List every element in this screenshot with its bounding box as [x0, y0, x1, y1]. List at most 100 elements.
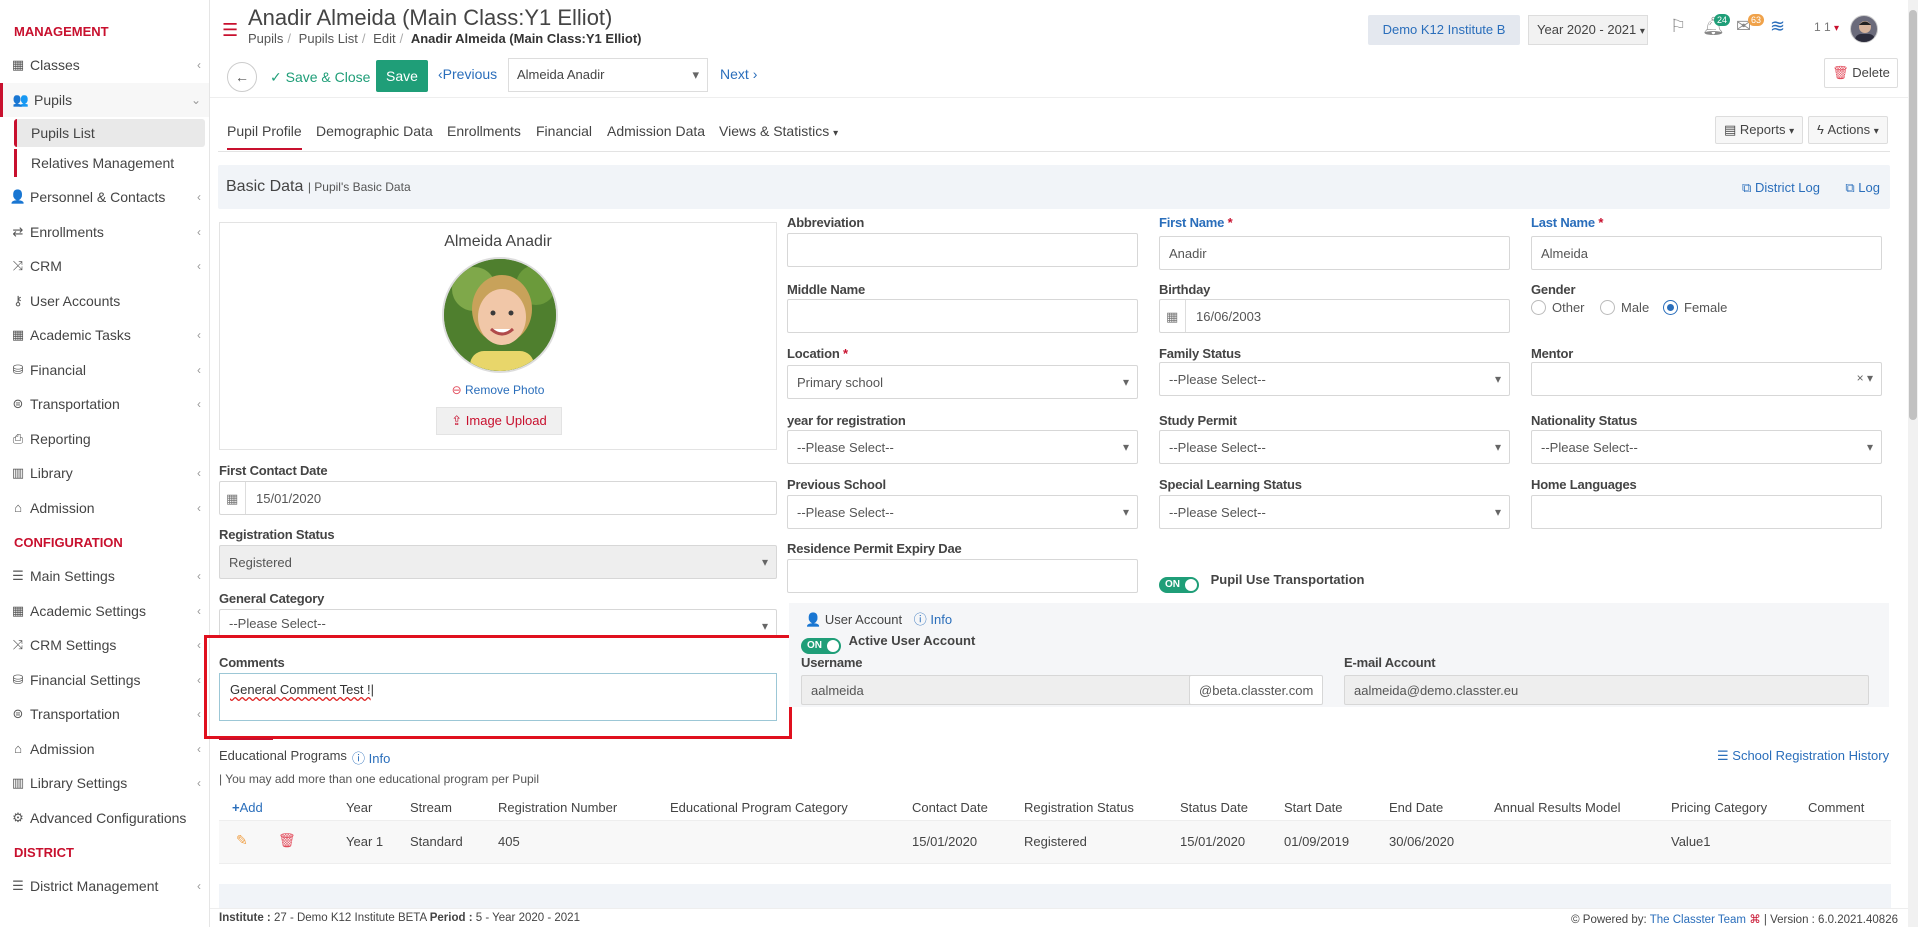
nationality-status-select[interactable]: --Please Select-- [1531, 430, 1882, 464]
home-languages-input[interactable] [1531, 495, 1882, 529]
sidebar-item-financial[interactable]: ⛁ Financial ‹ [0, 353, 209, 388]
first-name-input[interactable]: Anadir [1159, 236, 1510, 270]
last-name-input[interactable]: Almeida [1531, 236, 1882, 270]
registration-status-select[interactable]: Registered [219, 545, 777, 579]
pencil-icon[interactable]: ✎ [236, 832, 248, 849]
add-program-button[interactable]: +Add [232, 794, 263, 822]
avatar[interactable] [1850, 15, 1878, 43]
breadcrumb-pupils-list[interactable]: Pupils List [299, 31, 358, 46]
sidebar-item-library-settings[interactable]: ▥ Library Settings ‹ [0, 766, 209, 801]
actions-button[interactable]: ϟ Actions ▾ [1808, 116, 1888, 144]
abbreviation-input[interactable] [787, 233, 1138, 267]
cell-start-date: 01/09/2019 [1284, 834, 1350, 849]
next-button[interactable]: Next › [720, 66, 757, 82]
layers-icon[interactable]: ≋ [1770, 16, 1785, 37]
sidebar-item-transportation[interactable]: ⊜ Transportation ‹ [0, 387, 209, 422]
tab-views-statistics[interactable]: Views & Statistics ▾ [719, 112, 838, 150]
chevron-down-icon: ⌄ [190, 92, 201, 107]
flag-icon[interactable]: ⚐ [1670, 16, 1686, 37]
tab-enrollments[interactable]: Enrollments [447, 112, 521, 150]
comments-textarea[interactable]: General Comment Test !| [219, 673, 777, 721]
district-log-link[interactable]: ⧉ District Log [1742, 180, 1820, 196]
reports-button[interactable]: ▤ Reports ▾ [1715, 116, 1804, 144]
transport-toggle-row[interactable]: ON Pupil Use Transportation [1159, 572, 1364, 593]
active-account-toggle[interactable]: ON [801, 638, 841, 654]
special-learning-select[interactable]: --Please Select-- [1159, 495, 1510, 529]
first-contact-date-field[interactable]: ▦ 15/01/2020 [219, 481, 777, 515]
sidebar-item-enrollments[interactable]: ⇄ Enrollments ‹ [0, 215, 209, 250]
breadcrumb-pupils[interactable]: Pupils [248, 31, 283, 46]
sidebar-sub-relatives[interactable]: Relatives Management [14, 149, 205, 177]
sidebar-item-district-management[interactable]: ☰ District Management ‹ [0, 869, 209, 904]
sidebar-item-advanced-configurations[interactable]: ⚙ Advanced Configurations [0, 801, 209, 836]
image-upload-button[interactable]: ⇪ Image Upload [436, 407, 562, 435]
sidebar-item-financial-settings[interactable]: ⛁ Financial Settings ‹ [0, 663, 209, 698]
edu-info-link[interactable]: ⓘ Info [352, 748, 390, 767]
sidebar-item-admission[interactable]: ⌂ Admission ‹ [0, 491, 209, 526]
location-select[interactable]: Primary school [787, 365, 1138, 399]
shuffle-icon: ⤨ [12, 258, 24, 273]
users-icon: 👥 [12, 91, 30, 107]
birthday-field[interactable]: ▦ 16/06/2003 [1159, 299, 1510, 333]
pupil-select[interactable]: Almeida Anadir [508, 58, 708, 92]
classter-team-link[interactable]: The Classter Team [1650, 914, 1746, 926]
gender-option-male[interactable]: Male [1600, 300, 1649, 315]
remove-photo-link[interactable]: ⊖ Remove Photo [220, 383, 776, 397]
gender-option-female[interactable]: Female [1663, 300, 1727, 315]
chevron-left-icon: ‹ [197, 879, 201, 893]
sidebar-sub-pupils-list[interactable]: Pupils List [14, 119, 205, 147]
sidebar-item-classes[interactable]: ▦ Classes ‹ [0, 48, 209, 83]
sidebar-item-main-settings[interactable]: ☰ Main Settings ‹ [0, 559, 209, 594]
page-scrollbar[interactable] [1908, 0, 1918, 927]
general-category-select[interactable]: --Please Select-- [219, 609, 777, 637]
tab-demographic-data[interactable]: Demographic Data [316, 112, 433, 150]
chevron-left-icon: ‹ [197, 638, 201, 652]
previous-button[interactable]: ‹Previous [438, 66, 497, 82]
study-permit-select[interactable]: --Please Select-- [1159, 430, 1510, 464]
user-menu-label[interactable]: 1 1 ▾ [1814, 20, 1839, 34]
hamburger-icon[interactable]: ☰ [222, 20, 238, 41]
sidebar-item-personnel[interactable]: 👤 Personnel & Contacts ‹ [0, 180, 209, 215]
year-select[interactable]: Year 2020 - 2021 ▾ [1528, 15, 1648, 45]
active-account-row[interactable]: ON Active User Account [801, 633, 975, 654]
delete-button[interactable]: 🗑︎ Delete [1824, 58, 1898, 88]
tab-financial[interactable]: Financial [536, 112, 592, 150]
middle-name-input[interactable] [787, 299, 1138, 333]
sidebar-item-reporting[interactable]: ⎙ Reporting [0, 422, 209, 457]
back-button[interactable]: ← [227, 62, 257, 92]
sidebar-item-crm[interactable]: ⤨ CRM ‹ [0, 249, 209, 284]
previous-school-select[interactable]: --Please Select-- [787, 495, 1138, 529]
sidebar-item-library[interactable]: ▥ Library ‹ [0, 456, 209, 491]
breadcrumb-edit[interactable]: Edit [373, 31, 395, 46]
tab-admission-data[interactable]: Admission Data [607, 112, 705, 150]
family-status-select[interactable]: --Please Select-- [1159, 362, 1510, 396]
username-input[interactable]: aalmeida [801, 675, 1201, 705]
year-registration-select[interactable]: --Please Select-- [787, 430, 1138, 464]
chevron-left-icon: ‹ [197, 776, 201, 790]
sidebar-item-pupils[interactable]: 👥 Pupils ⌄ [0, 82, 209, 117]
mentor-select[interactable]: × ▾ [1531, 362, 1882, 396]
institute-button[interactable]: Demo K12 Institute B [1368, 15, 1520, 45]
sidebar-item-user-accounts[interactable]: ⚷ User Accounts [0, 284, 209, 319]
sidebar-item-academic-settings[interactable]: ▦ Academic Settings ‹ [0, 594, 209, 629]
school-registration-history-link[interactable]: ☰ School Registration History [1717, 748, 1889, 764]
tab-pupil-profile[interactable]: Pupil Profile [227, 112, 302, 150]
gender-option-other[interactable]: Other [1531, 300, 1585, 315]
save-close-button[interactable]: ✓ Save & Close [270, 64, 370, 90]
sidebar-item-crm-settings[interactable]: ⤨ CRM Settings ‹ [0, 628, 209, 663]
email-input[interactable]: aalmeida@demo.classter.eu [1344, 675, 1869, 705]
sidebar-item-academic-tasks[interactable]: ▦ Academic Tasks ‹ [0, 318, 209, 353]
transport-toggle[interactable]: ON [1159, 577, 1199, 593]
user-account-info-link[interactable]: ⓘ Info [914, 612, 952, 627]
save-button[interactable]: Save [376, 60, 428, 92]
sidebar-item-transportation-settings[interactable]: ⊜ Transportation ‹ [0, 697, 209, 732]
residence-permit-input[interactable] [787, 559, 1138, 593]
bolt-icon: ϟ [1817, 122, 1824, 137]
building-icon: ⌂ [14, 740, 22, 756]
user-icon: 👤 [805, 612, 822, 627]
clear-caret-icon[interactable]: × ▾ [1857, 371, 1873, 385]
trash-icon[interactable]: 🗑︎ [278, 832, 296, 849]
scrollbar-thumb[interactable] [1909, 10, 1917, 420]
log-link[interactable]: ⧉ Log [1845, 180, 1880, 196]
sidebar-item-admission-settings[interactable]: ⌂ Admission ‹ [0, 732, 209, 767]
